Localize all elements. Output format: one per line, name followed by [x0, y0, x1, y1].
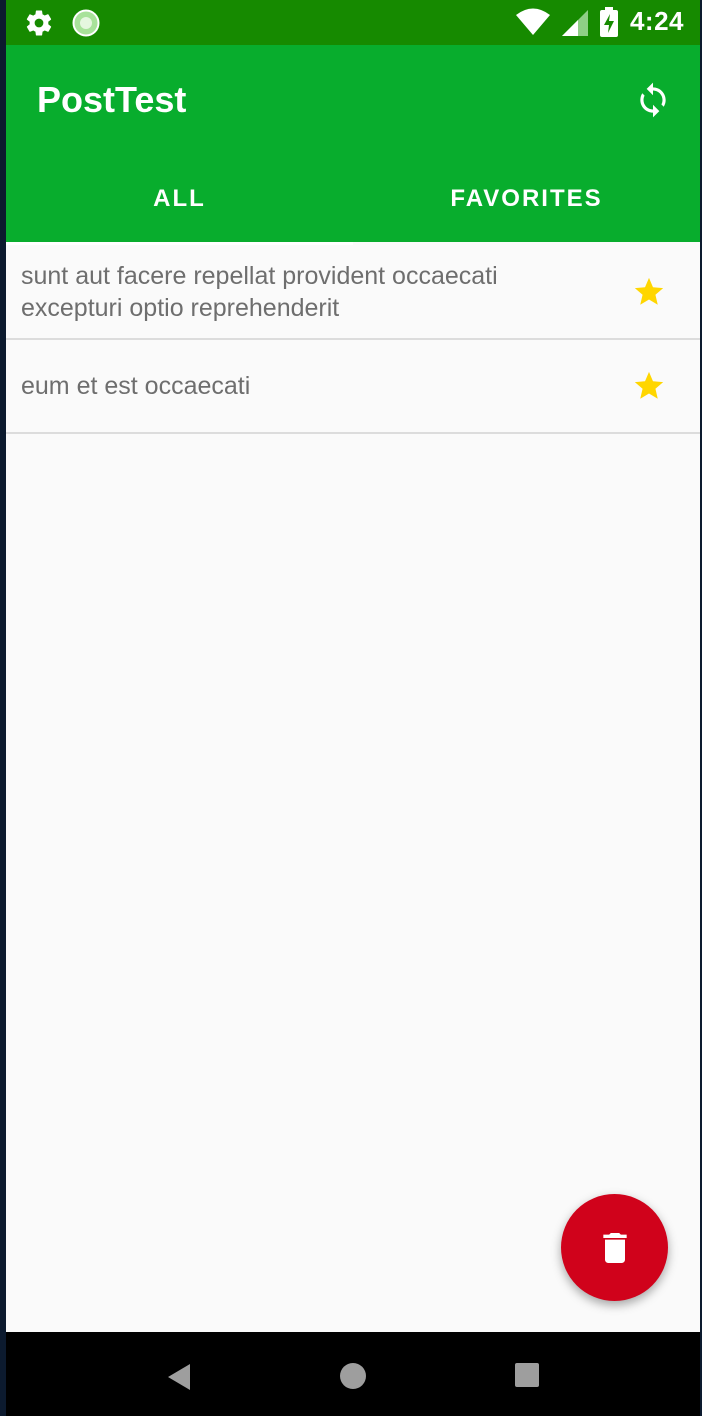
- wifi-icon: [515, 8, 550, 35]
- battery-charging-icon: [599, 6, 618, 37]
- post-title: eum et est occaecati: [21, 372, 251, 400]
- post-title: sunt aut facere repellat provident occae…: [21, 261, 498, 322]
- post-list: sunt aut facere repellat provident occae…: [6, 245, 700, 434]
- tab-favorites[interactable]: FAVORITES: [353, 155, 700, 242]
- delete-fab-button[interactable]: [561, 1194, 668, 1301]
- status-bar: 4:24: [6, 0, 700, 45]
- recents-icon[interactable]: [514, 1362, 540, 1388]
- system-nav-bar: [6, 1332, 700, 1416]
- star-icon[interactable]: [632, 275, 666, 309]
- status-time: 4:24: [629, 6, 684, 36]
- tab-all[interactable]: ALL: [6, 155, 353, 246]
- app-screen: 4:24 PostTest ALL FAVORITES sunt aut fac…: [6, 0, 700, 1416]
- back-icon[interactable]: [166, 1362, 192, 1392]
- status-left-icons: [24, 8, 100, 38]
- star-icon[interactable]: [632, 369, 666, 403]
- status-right-icons: 4:24: [515, 6, 684, 37]
- tab-all-label: ALL: [153, 184, 206, 212]
- list-item[interactable]: sunt aut facere repellat provident occae…: [6, 245, 700, 340]
- list-item[interactable]: eum et est occaecati: [6, 340, 700, 434]
- tab-bar: ALL FAVORITES: [6, 155, 700, 246]
- trash-icon: [602, 1232, 627, 1263]
- refresh-icon: [640, 82, 666, 118]
- app-title: PostTest: [37, 79, 187, 120]
- home-icon[interactable]: [339, 1362, 367, 1390]
- app-notification-icon: [72, 9, 100, 37]
- app-bar: PostTest ALL FAVORITES: [6, 45, 700, 246]
- tab-favorites-label: FAVORITES: [450, 184, 603, 212]
- refresh-button[interactable]: [634, 79, 672, 121]
- cell-signal-icon: [561, 9, 588, 36]
- settings-icon: [26, 10, 52, 36]
